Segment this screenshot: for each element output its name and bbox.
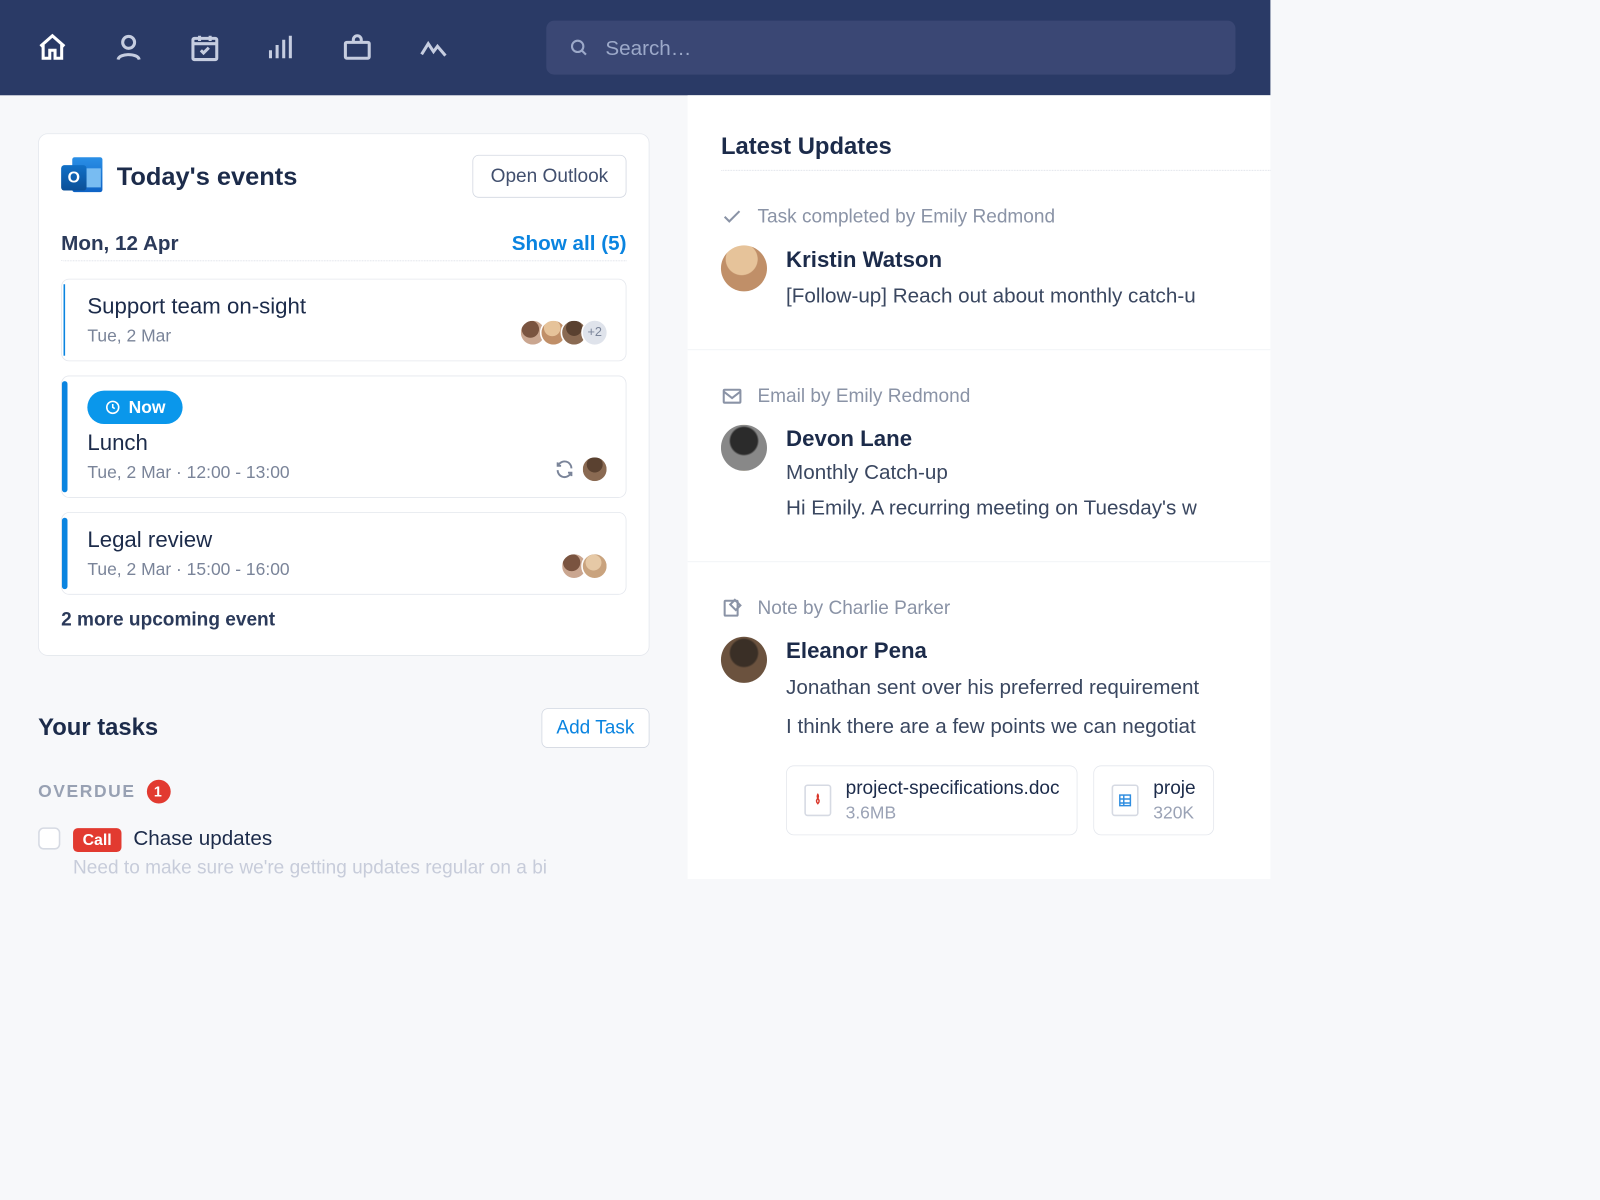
file-sheet-icon bbox=[1112, 784, 1139, 816]
attachment[interactable]: proje 320K bbox=[1094, 765, 1214, 835]
event-title: Legal review bbox=[87, 527, 608, 552]
open-outlook-button[interactable]: Open Outlook bbox=[472, 155, 626, 198]
attachment-name: project-specifications.doc bbox=[846, 777, 1060, 799]
update-header: Task completed by Emily Redmond bbox=[721, 206, 1270, 228]
check-icon bbox=[721, 206, 743, 228]
top-nav bbox=[35, 30, 451, 65]
search-icon bbox=[569, 37, 590, 59]
task-description: Need to make sure we're getting updates … bbox=[73, 857, 649, 879]
right-column: Latest Updates Task completed by Emily R… bbox=[688, 95, 1271, 879]
latest-updates-title: Latest Updates bbox=[721, 133, 1270, 160]
event-meta: Tue, 2 Mar · 15:00 - 16:00 bbox=[87, 559, 289, 580]
avatar bbox=[581, 456, 608, 483]
left-column: O Today's events Open Outlook Mon, 12 Ap… bbox=[0, 95, 688, 879]
update-contact-name: Kristin Watson bbox=[786, 247, 1196, 272]
update-text: Hi Emily. A recurring meeting on Tuesday… bbox=[786, 492, 1197, 523]
event-attendees: +2 bbox=[526, 319, 609, 346]
now-badge: Now bbox=[87, 391, 183, 424]
task-checkbox[interactable] bbox=[38, 827, 60, 849]
attachment-size: 320K bbox=[1153, 803, 1195, 824]
task-title: Chase updates bbox=[133, 826, 272, 850]
update-text: I think there are a few points we can ne… bbox=[786, 711, 1270, 742]
update-item[interactable]: Email by Emily Redmond Devon Lane Monthl… bbox=[688, 350, 1271, 562]
avatar bbox=[581, 553, 608, 580]
update-subject: Monthly Catch-up bbox=[786, 460, 1197, 485]
task-row[interactable]: Call Chase updates Need to make sure we'… bbox=[38, 826, 649, 879]
outlook-icon: O bbox=[61, 156, 102, 197]
note-icon bbox=[721, 597, 743, 619]
update-text: [Follow-up] Reach out about monthly catc… bbox=[786, 280, 1196, 311]
recurring-icon[interactable] bbox=[554, 459, 575, 480]
overdue-count-badge: 1 bbox=[147, 780, 171, 804]
your-tasks-title: Your tasks bbox=[38, 715, 158, 742]
event-attendees bbox=[567, 553, 608, 580]
more-events-link[interactable]: 2 more upcoming event bbox=[61, 609, 626, 631]
clock-icon bbox=[105, 399, 121, 415]
event-title: Lunch bbox=[87, 430, 608, 455]
update-text: Jonathan sent over his preferred require… bbox=[786, 672, 1270, 703]
file-pdf-icon bbox=[804, 784, 831, 816]
show-all-link[interactable]: Show all (5) bbox=[512, 231, 627, 256]
attachment[interactable]: project-specifications.doc 3.6MB bbox=[786, 765, 1078, 835]
nav-reports-icon[interactable] bbox=[264, 30, 299, 65]
nav-contacts-icon[interactable] bbox=[111, 30, 146, 65]
overdue-section-label: OVERDUE 1 bbox=[38, 780, 649, 804]
update-contact-name: Devon Lane bbox=[786, 426, 1197, 451]
nav-home-icon[interactable] bbox=[35, 30, 70, 65]
event-attendees bbox=[554, 456, 608, 483]
content: O Today's events Open Outlook Mon, 12 Ap… bbox=[0, 95, 1270, 879]
update-item[interactable]: Note by Charlie Parker Eleanor Pena Jona… bbox=[688, 562, 1271, 873]
add-task-button[interactable]: Add Task bbox=[541, 708, 649, 748]
nav-calendar-icon[interactable] bbox=[187, 30, 222, 65]
update-header: Note by Charlie Parker bbox=[721, 597, 1270, 619]
top-bar bbox=[0, 0, 1270, 95]
search-box[interactable] bbox=[546, 21, 1235, 75]
event-meta: Tue, 2 Mar · 12:00 - 13:00 bbox=[87, 462, 289, 483]
update-header: Email by Emily Redmond bbox=[721, 385, 1270, 407]
mail-icon bbox=[721, 385, 743, 407]
todays-events-card: O Today's events Open Outlook Mon, 12 Ap… bbox=[38, 133, 649, 655]
event-title: Support team on-sight bbox=[87, 294, 608, 319]
nav-deals-icon[interactable] bbox=[340, 30, 375, 65]
attendees-more: +2 bbox=[581, 319, 608, 346]
update-contact-name: Eleanor Pena bbox=[786, 638, 1270, 663]
events-date: Mon, 12 Apr bbox=[61, 231, 178, 256]
avatar bbox=[721, 425, 767, 471]
events-title: Today's events bbox=[117, 162, 473, 191]
nav-activity-icon[interactable] bbox=[416, 30, 451, 65]
event-item[interactable]: Legal review Tue, 2 Mar · 15:00 - 16:00 bbox=[61, 512, 626, 595]
avatar bbox=[721, 245, 767, 291]
event-item[interactable]: Support team on-sight Tue, 2 Mar +2 bbox=[61, 279, 626, 362]
attachments: project-specifications.doc 3.6MB proje bbox=[786, 765, 1270, 835]
attachment-size: 3.6MB bbox=[846, 803, 1060, 824]
event-item[interactable]: Now Lunch Tue, 2 Mar · 12:00 - 13:00 bbox=[61, 376, 626, 498]
avatar bbox=[721, 637, 767, 683]
search-input[interactable] bbox=[605, 35, 1213, 60]
task-type-badge: Call bbox=[73, 828, 121, 852]
update-item[interactable]: Task completed by Emily Redmond Kristin … bbox=[688, 171, 1271, 350]
event-meta: Tue, 2 Mar bbox=[87, 326, 171, 347]
attachment-name: proje bbox=[1153, 777, 1195, 799]
